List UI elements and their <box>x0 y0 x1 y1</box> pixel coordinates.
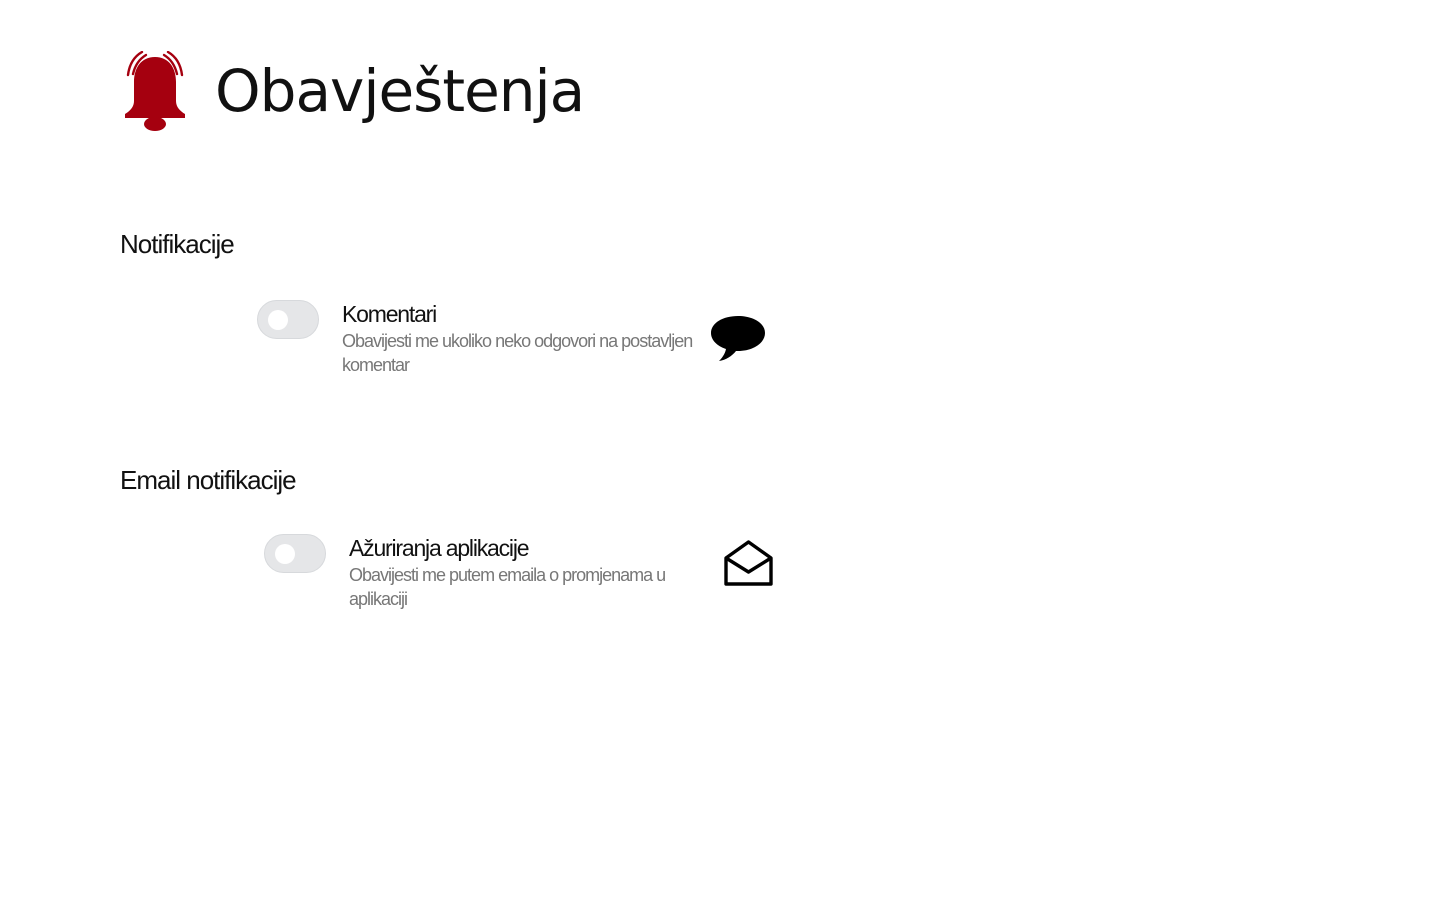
setting-label: Komentari <box>342 301 437 327</box>
setting-description: Obavijesti me putem emaila o promjenama … <box>349 565 666 609</box>
open-envelope-icon <box>724 540 773 586</box>
bell-ringing-icon <box>125 51 185 131</box>
comments-toggle[interactable] <box>257 300 319 339</box>
setting-description: Obavijesti me ukoliko neko odgovori na p… <box>342 331 693 375</box>
setting-row-comments: Komentari Obavijesti me ukoliko neko odg… <box>257 300 702 377</box>
toggle-knob <box>275 544 295 564</box>
page-title: Obavještenja <box>215 57 585 125</box>
toggle-knob <box>268 310 288 330</box>
speech-bubble-icon <box>711 316 765 361</box>
setting-label: Ažuriranja aplikacije <box>349 535 530 561</box>
app-updates-toggle[interactable] <box>264 534 326 573</box>
setting-text-app-updates: Ažuriranja aplikacije Obavijesti me pute… <box>349 534 709 611</box>
setting-row-app-updates: Ažuriranja aplikacije Obavijesti me pute… <box>264 534 709 611</box>
page-header: Obavještenja <box>120 50 585 132</box>
setting-text-comments: Komentari Obavijesti me ukoliko neko odg… <box>342 300 702 377</box>
section-title-email-notifications: Email notifikacije <box>120 465 297 495</box>
section-title-notifications: Notifikacije <box>120 229 235 259</box>
